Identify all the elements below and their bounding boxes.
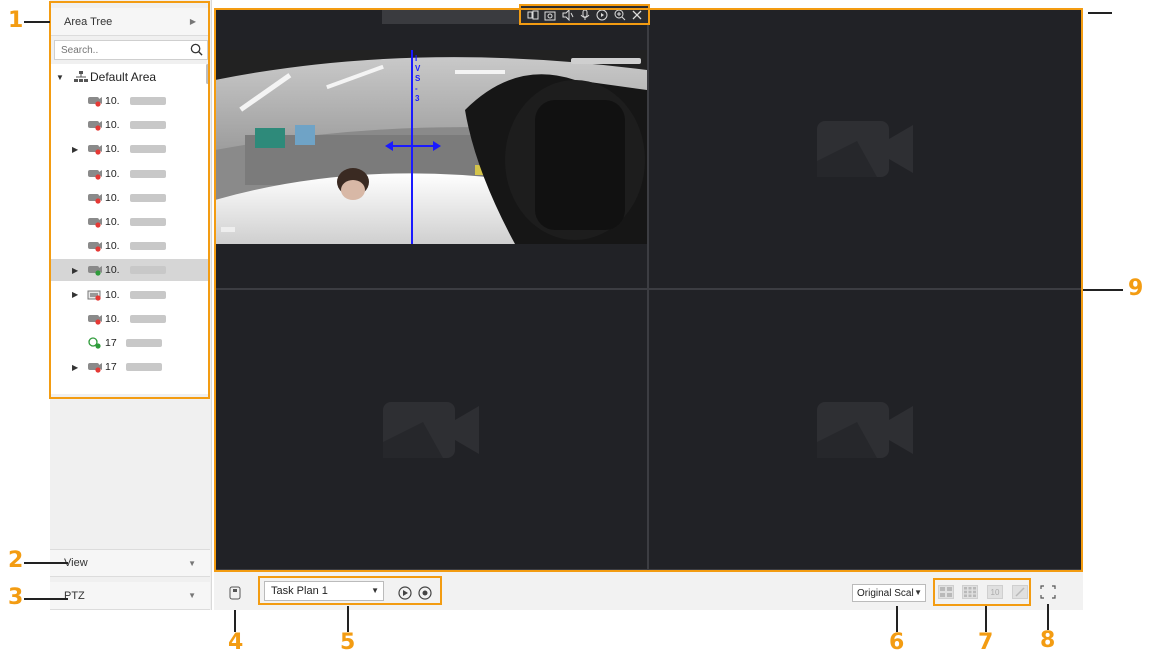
annotation-number-9: 9	[1128, 276, 1144, 301]
ptz-section-header[interactable]: PTZ ▼	[50, 582, 210, 610]
annotation-leader-toolbar	[1088, 12, 1112, 14]
save-view-icon[interactable]	[226, 585, 244, 601]
fullscreen-icon[interactable]	[1039, 584, 1057, 600]
annotation-number-2: 2	[8, 548, 24, 573]
annotation-leader-6	[896, 606, 898, 632]
view-section-header[interactable]: View ▼	[50, 549, 210, 577]
annotation-leader-8	[1047, 604, 1049, 630]
annotation-leader-7	[985, 606, 987, 632]
annotation-leader-4	[234, 610, 236, 632]
annotation-number-5: 5	[340, 630, 356, 655]
annotation-number-6: 6	[889, 630, 905, 655]
screenshot-stage: Area Tree ▶ ▼ Default Area 10.10.▶10.10.…	[0, 0, 1152, 657]
annotation-box-toolbar	[519, 4, 650, 25]
annotation-box-5	[258, 576, 442, 605]
annotation-leader-2	[24, 562, 68, 564]
scale-value: Original Scale	[857, 587, 920, 599]
chevron-down-icon: ▼	[188, 559, 196, 568]
annotation-number-1: 1	[8, 8, 24, 33]
annotation-leader-9	[1083, 289, 1123, 291]
annotation-box-9	[214, 8, 1083, 572]
annotation-leader-5	[347, 606, 349, 632]
annotation-number-3: 3	[8, 585, 24, 610]
annotation-number-8: 8	[1040, 628, 1056, 653]
chevron-down-icon: ▼	[188, 591, 196, 600]
annotation-number-4: 4	[228, 630, 244, 655]
window-scale-select[interactable]: Original Scale ▼	[852, 584, 926, 602]
annotation-number-7: 7	[978, 630, 994, 655]
annotation-leader-3	[24, 598, 68, 600]
annotation-box-7	[933, 578, 1031, 606]
annotation-box-1	[49, 1, 210, 399]
annotation-leader-1	[24, 21, 50, 23]
dropdown-arrow-icon: ▼	[914, 588, 922, 597]
